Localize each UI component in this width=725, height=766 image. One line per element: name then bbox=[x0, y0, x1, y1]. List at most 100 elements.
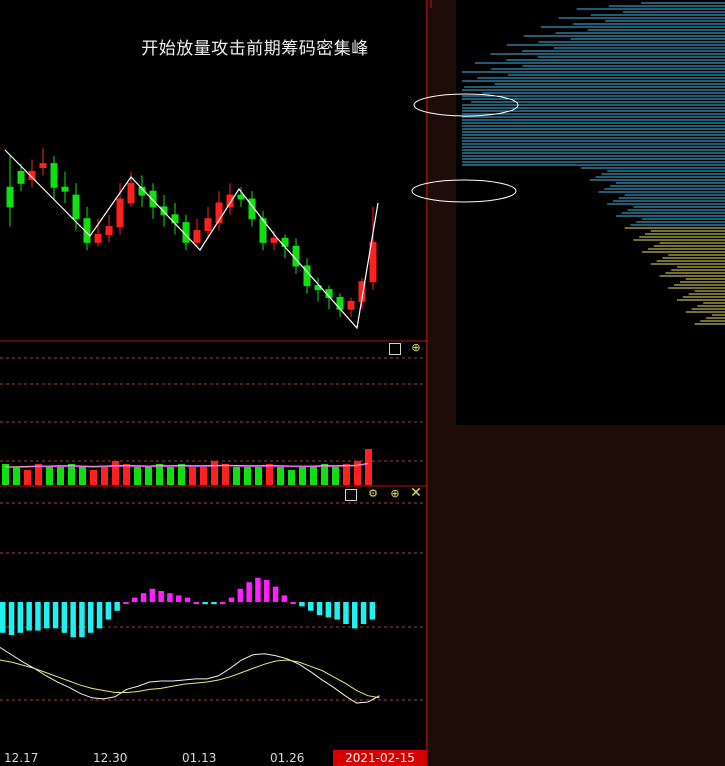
volume-bar bbox=[167, 467, 174, 485]
macd-bar bbox=[220, 602, 226, 604]
cursor-date-badge: 2021-02-15 bbox=[333, 750, 427, 766]
macd-dif-line bbox=[0, 646, 380, 704]
volume-bar bbox=[90, 470, 97, 485]
volume-bar bbox=[156, 464, 163, 485]
volume-bar bbox=[299, 467, 306, 485]
macd-bar bbox=[343, 602, 349, 624]
close-icon[interactable]: ✕ bbox=[410, 486, 422, 500]
volume-bar bbox=[13, 467, 20, 485]
macd-bar bbox=[246, 582, 252, 602]
candle bbox=[94, 218, 102, 247]
macd-bar bbox=[105, 602, 112, 620]
volume-bar bbox=[178, 464, 185, 485]
macd-bar bbox=[132, 597, 138, 602]
candle bbox=[116, 183, 124, 235]
grid-lines bbox=[0, 357, 425, 701]
macd-bar bbox=[202, 602, 208, 605]
candlestick-series bbox=[6, 147, 377, 318]
candle bbox=[28, 159, 36, 188]
volume-bar bbox=[68, 464, 75, 485]
macd-bar bbox=[325, 602, 332, 618]
xaxis-label: 12.30 bbox=[93, 751, 128, 765]
macd-bar bbox=[176, 595, 182, 602]
volume-bar bbox=[200, 467, 207, 485]
macd-bar bbox=[255, 577, 261, 602]
volume-bar bbox=[211, 461, 218, 485]
macd-bar bbox=[290, 602, 296, 604]
xaxis-label: 01.13 bbox=[182, 751, 217, 765]
volume-bar bbox=[233, 467, 240, 485]
macd-bar bbox=[264, 580, 270, 602]
macd-bar bbox=[123, 602, 129, 604]
volume-bar bbox=[46, 467, 53, 485]
macd-bar bbox=[281, 595, 288, 602]
macd-bar bbox=[352, 602, 358, 629]
volume-bar bbox=[288, 470, 295, 485]
macd-bar bbox=[70, 602, 76, 638]
volume-bar bbox=[24, 470, 31, 485]
macd-bar bbox=[149, 588, 156, 602]
candle bbox=[39, 147, 47, 176]
macd-bar bbox=[8, 602, 15, 635]
macd-bar bbox=[308, 602, 314, 611]
macd-bar bbox=[334, 602, 340, 620]
window-icon[interactable] bbox=[389, 343, 401, 355]
macd-bar bbox=[114, 602, 120, 611]
macd-bar bbox=[360, 602, 367, 624]
zigzag-trend-line bbox=[4, 149, 379, 330]
stock-chart-screen bbox=[0, 0, 725, 766]
macd-bar bbox=[0, 602, 6, 633]
macd-bar bbox=[79, 602, 85, 638]
macd-dea-line bbox=[0, 659, 380, 699]
macd-bar bbox=[316, 602, 323, 616]
candle bbox=[347, 297, 355, 318]
macd-bar bbox=[17, 602, 24, 633]
zoom-icon[interactable]: ⊕ bbox=[410, 342, 422, 354]
volume-bar bbox=[310, 467, 317, 485]
macd-bar bbox=[369, 602, 376, 620]
macd-bar bbox=[96, 602, 103, 629]
macd-bar bbox=[52, 602, 59, 629]
candle bbox=[83, 206, 91, 251]
macd-bar bbox=[228, 597, 235, 602]
candle bbox=[50, 155, 58, 200]
candle bbox=[6, 155, 14, 227]
volume-bar bbox=[189, 467, 196, 485]
candle bbox=[336, 293, 344, 318]
macd-bar bbox=[299, 602, 305, 607]
macd-bar bbox=[44, 602, 50, 629]
volume-bar bbox=[343, 464, 350, 485]
volume-bar bbox=[332, 467, 339, 485]
candle bbox=[171, 202, 179, 235]
xaxis-label: 12.17 bbox=[4, 751, 39, 765]
volume-bar bbox=[244, 467, 251, 485]
candle bbox=[160, 195, 168, 227]
volume-bar bbox=[277, 467, 284, 485]
window-icon[interactable] bbox=[345, 489, 357, 501]
volume-bar bbox=[123, 464, 130, 485]
candle bbox=[193, 218, 201, 247]
volume-bar bbox=[57, 467, 64, 485]
volume-bar bbox=[255, 467, 262, 485]
macd-bar bbox=[140, 593, 147, 602]
macd-bar bbox=[88, 602, 94, 633]
macd-bar bbox=[158, 591, 164, 602]
zoom-icon[interactable]: ⊕ bbox=[389, 488, 401, 500]
settings-icon[interactable]: ⚙ bbox=[367, 488, 379, 500]
macd-bar bbox=[61, 602, 68, 633]
volume-bar bbox=[222, 464, 229, 485]
candle bbox=[303, 258, 311, 294]
macd-bar bbox=[211, 602, 217, 605]
volume-bar bbox=[145, 467, 152, 485]
candle bbox=[325, 285, 333, 310]
macd-bar bbox=[167, 593, 173, 602]
chip-marker-top bbox=[425, 8, 456, 26]
macd-bar bbox=[237, 588, 244, 602]
volume-bar bbox=[101, 467, 108, 485]
chart-annotation-text: 开始放量攻击前期筹码密集峰 bbox=[141, 39, 369, 59]
volume-bar bbox=[112, 461, 119, 485]
volume-bar bbox=[134, 467, 141, 485]
volume-bar bbox=[266, 464, 273, 485]
volume-bar bbox=[321, 464, 328, 485]
candle bbox=[61, 171, 69, 203]
